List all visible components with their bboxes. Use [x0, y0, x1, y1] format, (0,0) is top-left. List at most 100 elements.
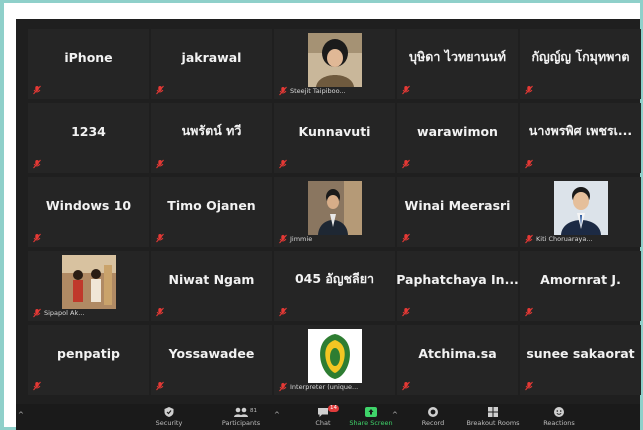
participant-tag: Jimmie: [278, 234, 312, 244]
mic-muted-icon: [525, 159, 533, 169]
participant-name: sunee sakaorat: [526, 345, 635, 361]
participant-tile[interactable]: Interpreter (unique...: [274, 325, 395, 395]
participant-tile[interactable]: jakrawal: [151, 29, 272, 99]
participant-tile[interactable]: Amornrat J.: [520, 251, 641, 321]
mic-muted-icon: [525, 381, 533, 391]
participant-video-icon: [61, 255, 116, 309]
participant-name: iPhone: [64, 49, 113, 65]
mic-muted-icon: [402, 159, 410, 169]
mic-muted-icon: [33, 159, 41, 169]
participant-tile[interactable]: Atchima.sa: [397, 325, 518, 395]
mic-muted-icon: [279, 159, 287, 169]
chat-badge: 14: [328, 405, 339, 412]
meeting-toolbar: ^ Security 81 Participants ^ 14 Chat Sha…: [16, 404, 640, 430]
breakout-rooms-label: Breakout Rooms: [466, 419, 520, 427]
mic-muted-icon: [33, 233, 41, 243]
participant-tile[interactable]: warawimon: [397, 103, 518, 173]
participants-label: Participants: [221, 419, 261, 427]
chevron-up-icon[interactable]: ^: [18, 411, 24, 419]
security-label: Security: [155, 419, 183, 427]
participant-name: 045 อัญชลียา: [294, 271, 375, 286]
participant-tile[interactable]: Paphatchaya In...: [397, 251, 518, 321]
mic-muted-icon: [402, 233, 410, 243]
share-screen-button[interactable]: Share Screen: [346, 404, 396, 430]
mic-muted-icon: [279, 234, 287, 244]
participant-tile[interactable]: 045 อัญชลียา: [274, 251, 395, 321]
participant-name: Paphatchaya In...: [397, 271, 518, 287]
participant-tile[interactable]: Windows 10: [28, 177, 149, 247]
participant-name: Winai Meerasri: [404, 197, 511, 213]
breakout-rooms-icon: [488, 407, 498, 417]
participant-video-icon: [307, 329, 362, 383]
mic-muted-icon: [156, 307, 164, 317]
participant-name: penpatip: [57, 345, 120, 361]
shield-icon: [164, 407, 174, 417]
mic-muted-icon: [279, 382, 287, 392]
participant-name: Sipapol Ak...: [44, 309, 85, 317]
share-screen-label: Share Screen: [349, 419, 393, 427]
chat-label: Chat: [315, 419, 331, 427]
participant-name: Jimmie: [290, 235, 313, 243]
mic-muted-icon: [525, 307, 533, 317]
participant-tile[interactable]: Jimmie: [274, 177, 395, 247]
participant-name: นพรัตน์ ทวี: [181, 123, 242, 138]
participant-name: Steejit Taipiboo...: [290, 87, 346, 95]
participant-name: Kunnavuti: [298, 123, 371, 139]
record-label: Record: [421, 419, 445, 427]
participant-tile[interactable]: 1234: [28, 103, 149, 173]
mic-muted-icon: [33, 85, 41, 95]
participants-count: 81: [250, 408, 257, 414]
participants-button[interactable]: 81 Participants: [216, 404, 266, 430]
participant-tag: Sipapol Ak...: [32, 308, 84, 318]
participants-chevron-icon[interactable]: ^: [274, 411, 280, 419]
participant-tile[interactable]: Timo Ojanen: [151, 177, 272, 247]
participant-name: jakrawal: [181, 49, 242, 65]
mic-muted-icon: [279, 307, 287, 317]
participant-name: กัญญ์ญ โกมุทพาต: [531, 49, 630, 64]
participant-name: Yossawadee: [168, 345, 255, 361]
mic-muted-icon: [156, 381, 164, 391]
participant-tile[interactable]: sunee sakaorat: [520, 325, 641, 395]
participant-video-icon: [307, 181, 362, 235]
gallery-view: iPhone jakrawal Steejit Taipiboo... บุษิดา …: [28, 29, 641, 400]
participant-tile[interactable]: Sipapol Ak...: [28, 251, 149, 321]
mic-muted-icon: [33, 308, 41, 318]
chat-button[interactable]: 14 Chat: [298, 404, 348, 430]
security-button[interactable]: Security: [144, 404, 194, 430]
participant-name: Kiti Choruaraya...: [536, 235, 593, 243]
mic-muted-icon: [402, 381, 410, 391]
participant-tile[interactable]: บุษิดา ไวทยานนท์: [397, 29, 518, 99]
participant-name: 1234: [71, 123, 106, 139]
participant-tile[interactable]: กัญญ์ญ โกมุทพาต: [520, 29, 641, 99]
participant-tile[interactable]: iPhone: [28, 29, 149, 99]
participant-name: Atchima.sa: [418, 345, 497, 361]
reactions-button[interactable]: Reactions: [534, 404, 584, 430]
participant-tile[interactable]: penpatip: [28, 325, 149, 395]
mic-muted-icon: [156, 233, 164, 243]
participant-tile[interactable]: Winai Meerasri: [397, 177, 518, 247]
participant-tag: Interpreter (unique...: [278, 382, 358, 392]
participant-tile[interactable]: Kiti Choruaraya...: [520, 177, 641, 247]
participant-tile[interactable]: นางพรพิศ เพชรเ...: [520, 103, 641, 173]
participant-video-icon: [307, 33, 362, 87]
mic-muted-icon: [525, 85, 533, 95]
share-chevron-icon[interactable]: ^: [392, 411, 398, 419]
participant-tile[interactable]: Kunnavuti: [274, 103, 395, 173]
participant-tile[interactable]: นพรัตน์ ทวี: [151, 103, 272, 173]
mic-muted-icon: [279, 86, 287, 96]
participant-tile[interactable]: Niwat Ngam: [151, 251, 272, 321]
participant-tile[interactable]: Steejit Taipiboo...: [274, 29, 395, 99]
breakout-rooms-button[interactable]: Breakout Rooms: [466, 404, 520, 430]
reactions-icon: [554, 407, 564, 417]
participant-video-icon: [553, 181, 608, 235]
participant-name: Amornrat J.: [540, 271, 621, 287]
record-button[interactable]: Record: [408, 404, 458, 430]
zoom-meeting-window: iPhone jakrawal Steejit Taipiboo... บุษิดา …: [16, 19, 641, 430]
mic-muted-icon: [402, 307, 410, 317]
participants-icon: [234, 407, 248, 417]
record-icon: [428, 407, 438, 417]
mic-muted-icon: [156, 85, 164, 95]
participant-tag: Steejit Taipiboo...: [278, 86, 346, 96]
participant-name: warawimon: [417, 123, 498, 139]
participant-tile[interactable]: Yossawadee: [151, 325, 272, 395]
